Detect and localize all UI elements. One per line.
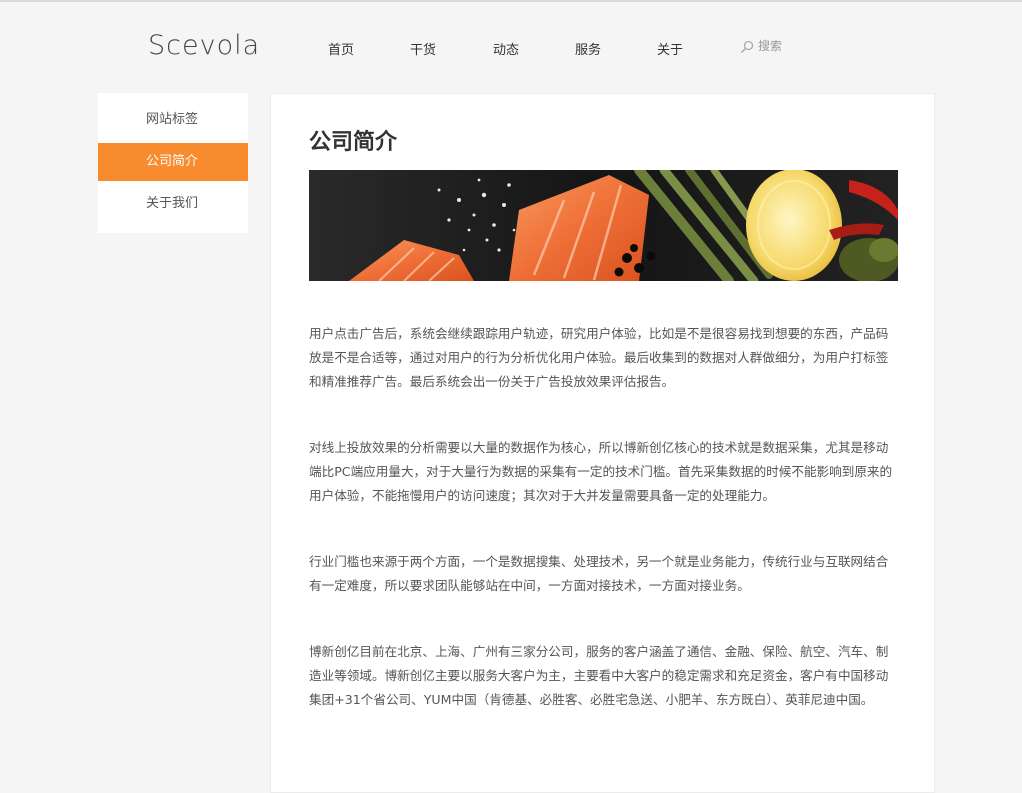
sidebar-item-about-us[interactable]: 关于我们 — [98, 185, 248, 223]
sidebar: 网站标签 公司简介 关于我们 — [98, 93, 248, 233]
nav-item-news[interactable]: 动态 — [493, 39, 519, 58]
top-border — [0, 0, 1022, 2]
nav-item-services[interactable]: 服务 — [575, 39, 601, 58]
sidebar-item-company-profile[interactable]: 公司简介 — [98, 143, 248, 181]
search-icon[interactable] — [741, 40, 754, 53]
paragraph-3: 行业门槛也来源于两个方面，一个是数据搜集、处理技术，另一个就是业务能力，传统行业… — [309, 554, 889, 593]
content-card: 公司简介 用户点击广告后，系统会继续跟踪用户轨迹，研究用户体验，比如是不是很容易… — [270, 93, 935, 793]
nav-item-home[interactable]: 首页 — [328, 39, 354, 58]
nav-item-articles[interactable]: 干货 — [410, 39, 436, 58]
page-title: 公司简介 — [309, 130, 398, 155]
search-input[interactable] — [758, 39, 848, 53]
paragraph-4: 博新创亿目前在北京、上海、广州有三家分公司，服务的客户涵盖了通信、金融、保险、航… — [309, 644, 889, 707]
sidebar-item-site-tags[interactable]: 网站标签 — [98, 101, 248, 139]
search-box — [741, 39, 848, 53]
site-logo[interactable]: Scevola — [148, 30, 260, 61]
banner-image — [309, 170, 898, 281]
paragraph-1: 用户点击广告后，系统会继续跟踪用户轨迹，研究用户体验，比如是不是很容易找到想要的… — [309, 326, 889, 389]
nav-item-about[interactable]: 关于 — [657, 39, 683, 58]
paragraph-2: 对线上投放效果的分析需要以大量的数据作为核心，所以博新创亿核心的技术就是数据采集… — [309, 440, 893, 503]
